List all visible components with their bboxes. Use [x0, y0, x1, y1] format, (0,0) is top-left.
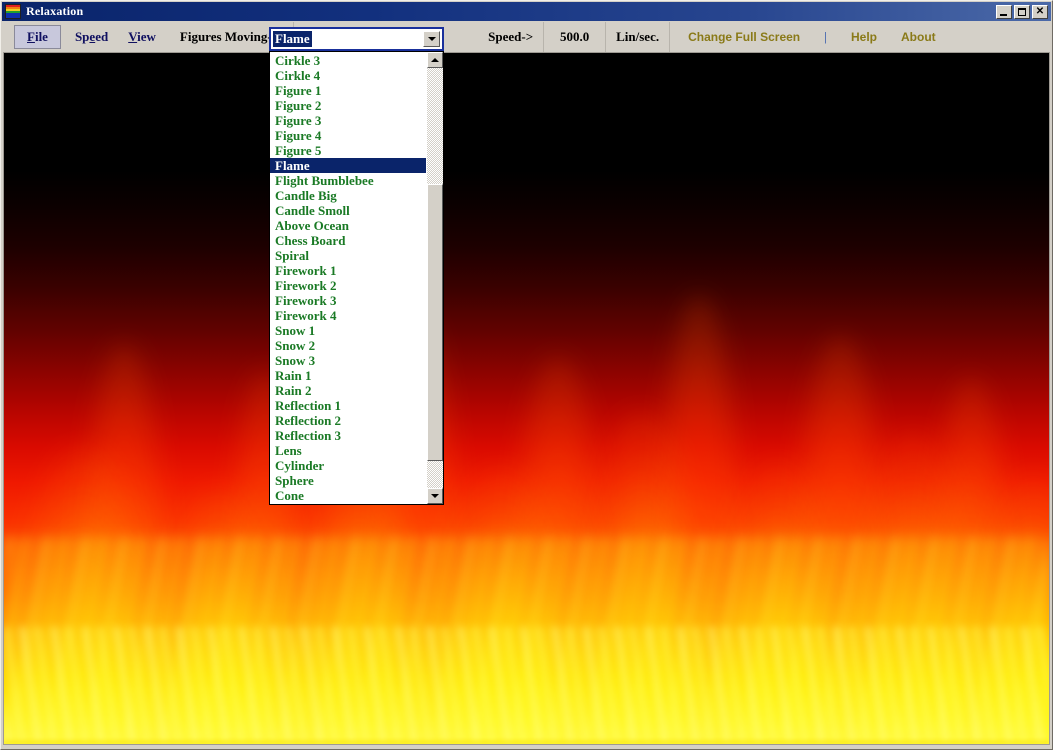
dropdown-item[interactable]: Figure 3: [270, 113, 426, 128]
dropdown-item[interactable]: Sphere: [270, 473, 426, 488]
application-window: Relaxation ✕ File Speed View Figures Mov…: [0, 0, 1053, 750]
close-button[interactable]: ✕: [1032, 4, 1048, 19]
fire-effect: [4, 53, 1049, 744]
menu-file[interactable]: File: [14, 25, 61, 49]
combo-selected-value: Flame: [273, 31, 312, 47]
dropdown-item[interactable]: Lens: [270, 443, 426, 458]
rainbow-icon: [5, 4, 21, 19]
dropdown-item[interactable]: Firework 3: [270, 293, 426, 308]
dropdown-item[interactable]: Flame: [270, 158, 426, 173]
dropdown-item[interactable]: Figure 2: [270, 98, 426, 113]
figure-select-combobox[interactable]: Flame: [269, 27, 444, 51]
dropdown-item[interactable]: Cone: [270, 488, 426, 503]
dropdown-item[interactable]: Firework 2: [270, 278, 426, 293]
window-title: Relaxation: [26, 4, 84, 18]
dropdown-item[interactable]: Above Ocean: [270, 218, 426, 233]
dropdown-item[interactable]: Firework 4: [270, 308, 426, 323]
figure-select-dropdown[interactable]: Cirkle 3 Cirkle 4 Figure 1 Figure 2 Figure 3…: [269, 51, 444, 505]
help-button[interactable]: Help: [841, 22, 887, 52]
dropdown-item[interactable]: Spiral: [270, 248, 426, 263]
window-controls: ✕: [996, 4, 1051, 19]
dropdown-item[interactable]: Candle Smoll: [270, 203, 426, 218]
speed-value[interactable]: 500.0: [544, 22, 607, 52]
menu-view-label: View: [128, 29, 156, 44]
dropdown-item[interactable]: Cylinder: [270, 458, 426, 473]
menu-speed[interactable]: Speed: [65, 22, 118, 52]
dropdown-item[interactable]: Chess Board: [270, 233, 426, 248]
dropdown-item[interactable]: Rain 1: [270, 368, 426, 383]
dropdown-item[interactable]: Figure 4: [270, 128, 426, 143]
dropdown-item-list[interactable]: Cirkle 3 Cirkle 4 Figure 1 Figure 2 Figure 3…: [270, 52, 426, 504]
change-full-screen-button[interactable]: Change Full Screen: [670, 22, 810, 52]
toolbar-separator: |: [824, 29, 827, 44]
fire-embers: [4, 739, 1049, 744]
dropdown-item[interactable]: Rain 2: [270, 383, 426, 398]
dropdown-item[interactable]: Reflection 1: [270, 398, 426, 413]
dropdown-item[interactable]: Reflection 2: [270, 413, 426, 428]
scroll-down-arrow-icon[interactable]: [427, 488, 443, 504]
dropdown-item[interactable]: Snow 2: [270, 338, 426, 353]
dropdown-item[interactable]: Cirkle 4: [270, 68, 426, 83]
dropdown-item[interactable]: Firework 1: [270, 263, 426, 278]
menu-file-label: File: [27, 29, 48, 44]
scrollbar-thumb[interactable]: [427, 183, 443, 461]
speed-label: Speed->: [478, 22, 545, 52]
flame-animation-canvas[interactable]: [3, 52, 1050, 745]
fire-flicker-lower: [4, 626, 1049, 744]
menu-view[interactable]: View: [118, 22, 166, 52]
dropdown-item[interactable]: Reflection 3: [270, 428, 426, 443]
toolbar-filler: [946, 22, 1051, 52]
speed-units: Lin/sec.: [606, 22, 671, 52]
combo-text-area[interactable]: Flame: [271, 29, 423, 49]
dropdown-item[interactable]: Snow 3: [270, 353, 426, 368]
menu-speed-label: Speed: [74, 29, 109, 44]
title-bar[interactable]: Relaxation ✕: [2, 2, 1051, 21]
about-button[interactable]: About: [887, 22, 946, 52]
dropdown-scrollbar[interactable]: [426, 52, 443, 504]
dropdown-item[interactable]: Snow 1: [270, 323, 426, 338]
dropdown-item[interactable]: Flight Bumblebee: [270, 173, 426, 188]
toolbar: File Speed View Figures Moving-> Speed->…: [2, 22, 1051, 52]
dropdown-item[interactable]: Cirkle 3: [270, 53, 426, 68]
maximize-button[interactable]: [1014, 4, 1030, 19]
scroll-up-arrow-icon[interactable]: [427, 52, 443, 68]
dropdown-item[interactable]: Figure 5: [270, 143, 426, 158]
minimize-button[interactable]: [996, 4, 1012, 19]
chevron-down-icon[interactable]: [423, 31, 440, 47]
dropdown-item[interactable]: Candle Big: [270, 188, 426, 203]
dropdown-item[interactable]: Figure 1: [270, 83, 426, 98]
